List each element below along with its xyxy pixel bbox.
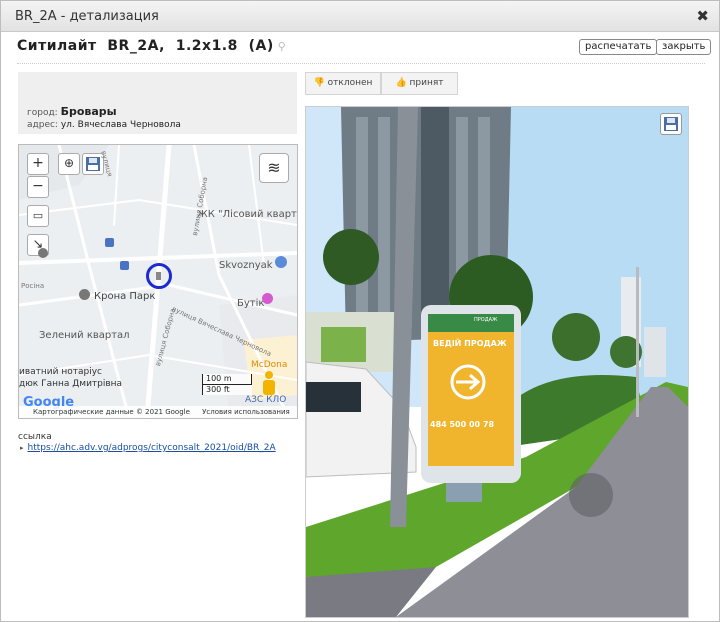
scale-meters: 100 m xyxy=(202,374,252,385)
zoom-in-button[interactable]: + xyxy=(27,153,49,175)
ruler-icon[interactable]: ▭ xyxy=(27,205,49,227)
close-button[interactable]: закрыть xyxy=(656,39,712,55)
billboard-headline: ВЕДІЙ ПРОДАЖ xyxy=(433,339,507,348)
reject-label: отклонен xyxy=(327,78,373,88)
bus-stop-icon xyxy=(105,238,114,247)
scale-feet: 300 ft xyxy=(202,385,252,395)
billboard-phone: 484 500 00 78 xyxy=(430,420,495,429)
page-title: Ситилайт BR_2A, 1.2x1.8 (A) ⚲ xyxy=(17,38,286,54)
map-label: иватний нотаріус xyxy=(19,367,102,377)
city-row: город: Бровары xyxy=(27,105,117,118)
pin-icon xyxy=(275,256,287,268)
pin-icon xyxy=(79,289,90,300)
site-photo[interactable]: ВЕДІЙ ПРОДАЖ 484 500 00 78 ПРОДАЖ xyxy=(305,106,689,618)
pin-icon: ⚲ xyxy=(277,40,287,53)
map-label: Бутік xyxy=(237,298,265,309)
map-label: Skvoznyak xyxy=(219,260,273,271)
marker-icon xyxy=(156,272,161,280)
thumbs-up-icon: 👍 xyxy=(395,78,407,88)
address-value: ул. Вячеслава Черновола xyxy=(60,120,181,130)
location-info: город: Бровары адрес: ул. Вячеслава Черн… xyxy=(18,72,297,134)
pin-icon xyxy=(38,248,48,258)
map-label: McDona xyxy=(251,360,288,370)
address-row: адрес: ул. Вячеслава Черновола xyxy=(27,120,181,130)
locate-icon[interactable]: ⊕ xyxy=(58,153,80,175)
map-label: Зелений квартал xyxy=(39,330,130,341)
link-label: ссылка xyxy=(18,432,52,442)
floppy-icon xyxy=(86,157,100,171)
map-terms-link[interactable]: Условия использования xyxy=(202,408,290,416)
layers-icon[interactable]: ≋ xyxy=(259,153,289,183)
billboard-small: ПРОДАЖ xyxy=(474,317,498,323)
map-label: ЖК "Лісовий кварт xyxy=(197,209,297,220)
title-bar: BR_2A - детализация ✖ xyxy=(1,1,719,32)
link-row: ▸ https://ahc.adv.vg/adprogs/cityconsalt_… xyxy=(20,443,276,453)
page-title-text: Ситилайт BR_2A, 1.2x1.8 (A) xyxy=(17,38,274,54)
accept-label: принят xyxy=(409,78,444,88)
save-photo-button[interactable] xyxy=(660,113,682,135)
map-copyright: Картографические данные © 2021 Google xyxy=(33,408,190,416)
floppy-icon xyxy=(664,117,678,131)
window-title: BR_2A - детализация xyxy=(15,9,159,24)
thumbs-down-icon: 👎 xyxy=(313,78,325,88)
reject-button[interactable]: 👎 отклонен xyxy=(305,72,381,95)
address-label: адрес: xyxy=(27,120,58,130)
map-label: Крона Парк xyxy=(94,291,156,302)
map-view[interactable]: + − ⊕ ≋ ▭ ↘ ЖК "Лісовий кварт Skvoznyak … xyxy=(18,144,298,419)
city-value: Бровары xyxy=(60,105,117,118)
divider xyxy=(17,63,705,64)
detail-dialog: BR_2A - детализация ✖ Ситилайт BR_2A, 1.… xyxy=(0,0,720,622)
bus-stop-icon xyxy=(120,261,129,270)
map-label: дюк Ганна Дмитрівна xyxy=(19,379,123,389)
pin-icon xyxy=(262,293,273,304)
print-button[interactable]: распечатать xyxy=(579,39,658,55)
photo-scene xyxy=(306,107,688,617)
map-scale: 100 m 300 ft xyxy=(202,374,252,395)
bullet-icon: ▸ xyxy=(20,444,24,452)
map-footer: Картографические данные © 2021 Google Ус… xyxy=(19,406,297,418)
location-marker[interactable] xyxy=(146,263,172,289)
city-label: город: xyxy=(27,108,58,118)
zoom-out-button[interactable]: − xyxy=(27,176,49,198)
oid-link[interactable]: https://ahc.adv.vg/adprogs/cityconsalt_2… xyxy=(28,443,276,453)
street-label: Росіна xyxy=(21,282,45,290)
street-view-icon[interactable] xyxy=(262,371,276,397)
close-icon[interactable]: ✖ xyxy=(696,7,709,25)
accept-button[interactable]: 👍 принят xyxy=(381,72,458,95)
